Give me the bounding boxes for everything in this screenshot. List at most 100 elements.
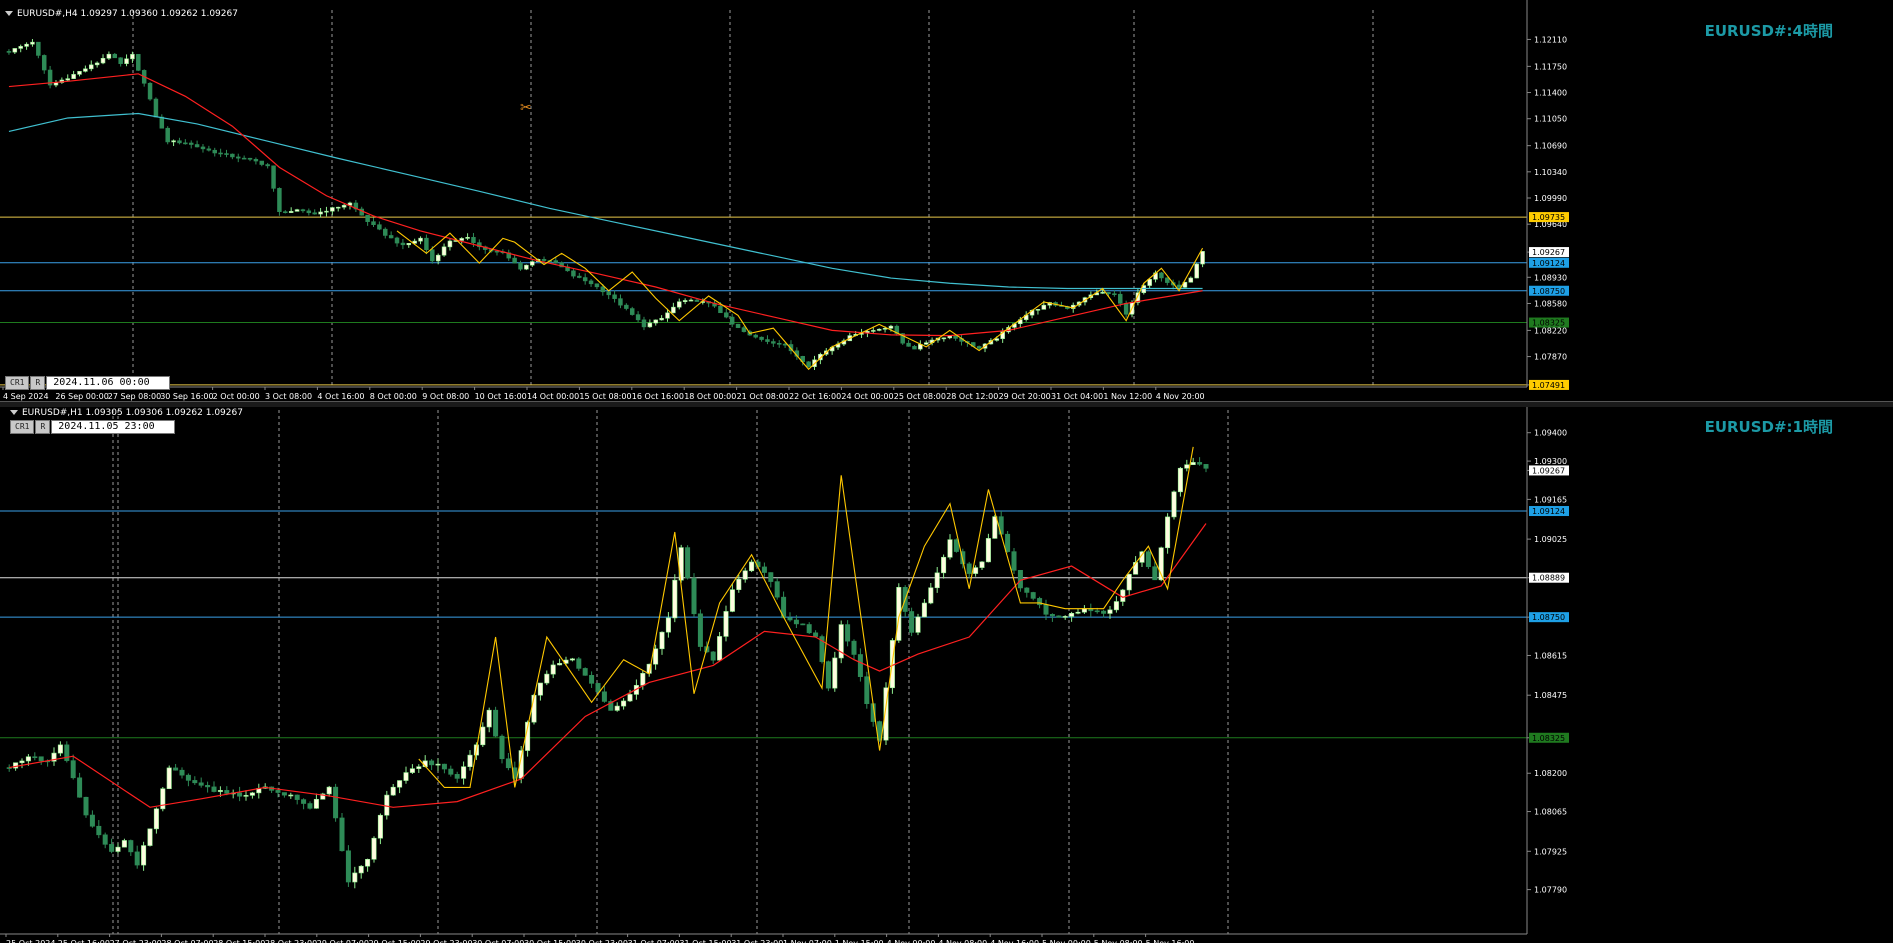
- h4-candle-body: [994, 338, 1000, 341]
- h1-candle-body: [77, 777, 83, 798]
- h1-time-tick-label: 31 Oct 15:00: [679, 939, 731, 943]
- h1-candle-body: [185, 774, 191, 781]
- h1-candle-body: [723, 611, 729, 637]
- h1-price-tag-label: 1.09124: [1532, 507, 1565, 516]
- h4-candle-body: [447, 240, 453, 248]
- h1-candle-body: [1056, 615, 1062, 618]
- h1-candle-body: [96, 825, 102, 836]
- h1-candle-body: [454, 774, 460, 779]
- h1-candle-body: [281, 792, 287, 796]
- h4-candle-body: [259, 160, 265, 165]
- chart-pane-h1[interactable]: 1.09400 1.093001.09267 1.09165 1.09025 1.088…: [0, 407, 1893, 943]
- h1-candle-body: [845, 624, 851, 642]
- h1-cr1-button[interactable]: CR1: [10, 420, 35, 434]
- h1-candle-body: [333, 786, 339, 819]
- h1-date-field[interactable]: 2024.11.05 23:00: [51, 420, 176, 434]
- h1-candle-body: [32, 756, 38, 759]
- h1-candle-body: [480, 726, 486, 746]
- h1-price-tag-label: 1.08750: [1532, 613, 1565, 622]
- h1-time-tick-label: 30 Oct 23:00: [576, 939, 628, 943]
- h1-candle-body: [371, 837, 377, 860]
- h1-candle-body: [288, 794, 294, 797]
- h1-time-tick-label: 5 Nov 00:00: [1042, 939, 1091, 943]
- h1-candle-body: [345, 850, 351, 883]
- h4-candle-body: [365, 214, 370, 222]
- h1-candle-body: [134, 851, 140, 866]
- h1-candle-body: [403, 772, 409, 781]
- h1-candle-body: [275, 790, 281, 793]
- h4-price-tick-label: 1.10340: [1534, 168, 1567, 177]
- h4-candle-body: [1112, 293, 1117, 296]
- h4-price-tag-label: 1.08325: [1532, 319, 1565, 328]
- h4-candle-body: [24, 43, 29, 47]
- h1-candle-body: [909, 611, 915, 633]
- h4-candle-body: [724, 312, 729, 318]
- h1-time-tick-label: 1 Nov 07:00: [783, 939, 832, 943]
- h1-candle-body: [1030, 592, 1036, 599]
- h4-candle-body: [682, 300, 688, 303]
- h1-candle-body: [211, 786, 217, 792]
- h4-time-tick-label: 4 Nov 20:00: [1156, 392, 1205, 401]
- chart-pane-h4[interactable]: 1.12110 1.11750 1.11400 1.11050 1.10690 1.103…: [0, 0, 1893, 402]
- h4-candle-body: [183, 142, 188, 145]
- h4-chart-canvas[interactable]: 1.12110 1.11750 1.11400 1.11050 1.10690 1.103…: [0, 0, 1893, 402]
- h4-candle-body: [265, 164, 270, 167]
- h1-candle-body: [429, 760, 435, 766]
- chart-menu-triangle-icon[interactable]: [5, 11, 13, 16]
- h4-candle-body: [888, 325, 894, 329]
- h1-candle-body: [1145, 551, 1151, 567]
- h1-candle-body: [365, 859, 371, 867]
- h4-candle-body: [641, 319, 647, 328]
- h1-candle-body: [768, 572, 774, 582]
- h1-candle-body: [1094, 610, 1100, 613]
- h1-ma-red-line: [9, 523, 1207, 808]
- h1-time-tick-label: 28 Oct 23:00: [265, 939, 317, 943]
- h4-candle-body: [1041, 304, 1047, 310]
- h1-time-tick-label: 28 Oct 07:00: [161, 939, 213, 943]
- h4-candle-body: [906, 342, 911, 347]
- h1-candle-body: [621, 700, 627, 707]
- h1-candle-body: [358, 865, 364, 874]
- h1-time-tick-label: 30 Oct 15:00: [524, 939, 576, 943]
- h1-candle-body: [1024, 587, 1030, 593]
- h4-date-field[interactable]: 2024.11.06 00:00: [46, 376, 171, 390]
- h4-candle-body: [459, 238, 464, 241]
- h4-price-tick-label: 1.09990: [1534, 194, 1567, 203]
- h4-price-tag-label: 1.09267: [1532, 248, 1565, 257]
- h1-candle-body: [832, 657, 838, 689]
- h4-candle-body: [424, 237, 429, 251]
- h4-candle-body: [524, 264, 529, 270]
- h1-candle-body: [761, 566, 767, 573]
- h1-r-button[interactable]: R: [35, 420, 51, 434]
- h4-controls-strip: CR1 R 2024.11.06 00:00: [5, 376, 171, 390]
- h1-candle-body: [1165, 516, 1171, 549]
- h4-cr1-button[interactable]: CR1: [5, 376, 30, 390]
- h4-candle-body: [165, 127, 170, 143]
- h1-candle-body: [813, 632, 819, 637]
- chart-menu-triangle-icon[interactable]: [10, 410, 18, 415]
- h1-candle-body: [57, 744, 63, 754]
- h4-time-tick-label: 25 Oct 08:00: [894, 392, 946, 401]
- h1-candle-body: [249, 792, 255, 796]
- h1-chart-canvas[interactable]: 1.09400 1.093001.09267 1.09165 1.09025 1.088…: [0, 407, 1893, 943]
- h1-chart-header: EURUSD#,H1 1.09305 1.09306 1.09262 1.092…: [10, 408, 243, 418]
- h4-candle-body: [765, 339, 770, 342]
- h4-candle-body: [518, 262, 523, 270]
- h4-time-tick-label: 15 Oct 08:00: [579, 392, 631, 401]
- h4-r-button[interactable]: R: [30, 376, 46, 390]
- h4-time-tick-label: 22 Oct 16:00: [789, 392, 841, 401]
- h4-candle-body: [1176, 284, 1182, 288]
- h4-candle-body: [94, 62, 100, 66]
- scissors-marker-icon: ✂: [520, 100, 532, 116]
- h1-candle-body: [934, 572, 940, 589]
- h4-time-tick-label: 8 Oct 00:00: [370, 392, 417, 401]
- h1-candle-body: [717, 636, 723, 661]
- h4-candle-body: [1035, 309, 1041, 311]
- h4-candle-body: [312, 212, 317, 215]
- h1-candle-body: [947, 539, 953, 558]
- h1-candle-body: [973, 567, 979, 574]
- h1-candle-body: [121, 840, 127, 848]
- h4-time-tick-label: 9 Oct 08:00: [422, 392, 469, 401]
- h4-candle-body: [294, 209, 300, 212]
- h4-candle-body: [136, 54, 141, 71]
